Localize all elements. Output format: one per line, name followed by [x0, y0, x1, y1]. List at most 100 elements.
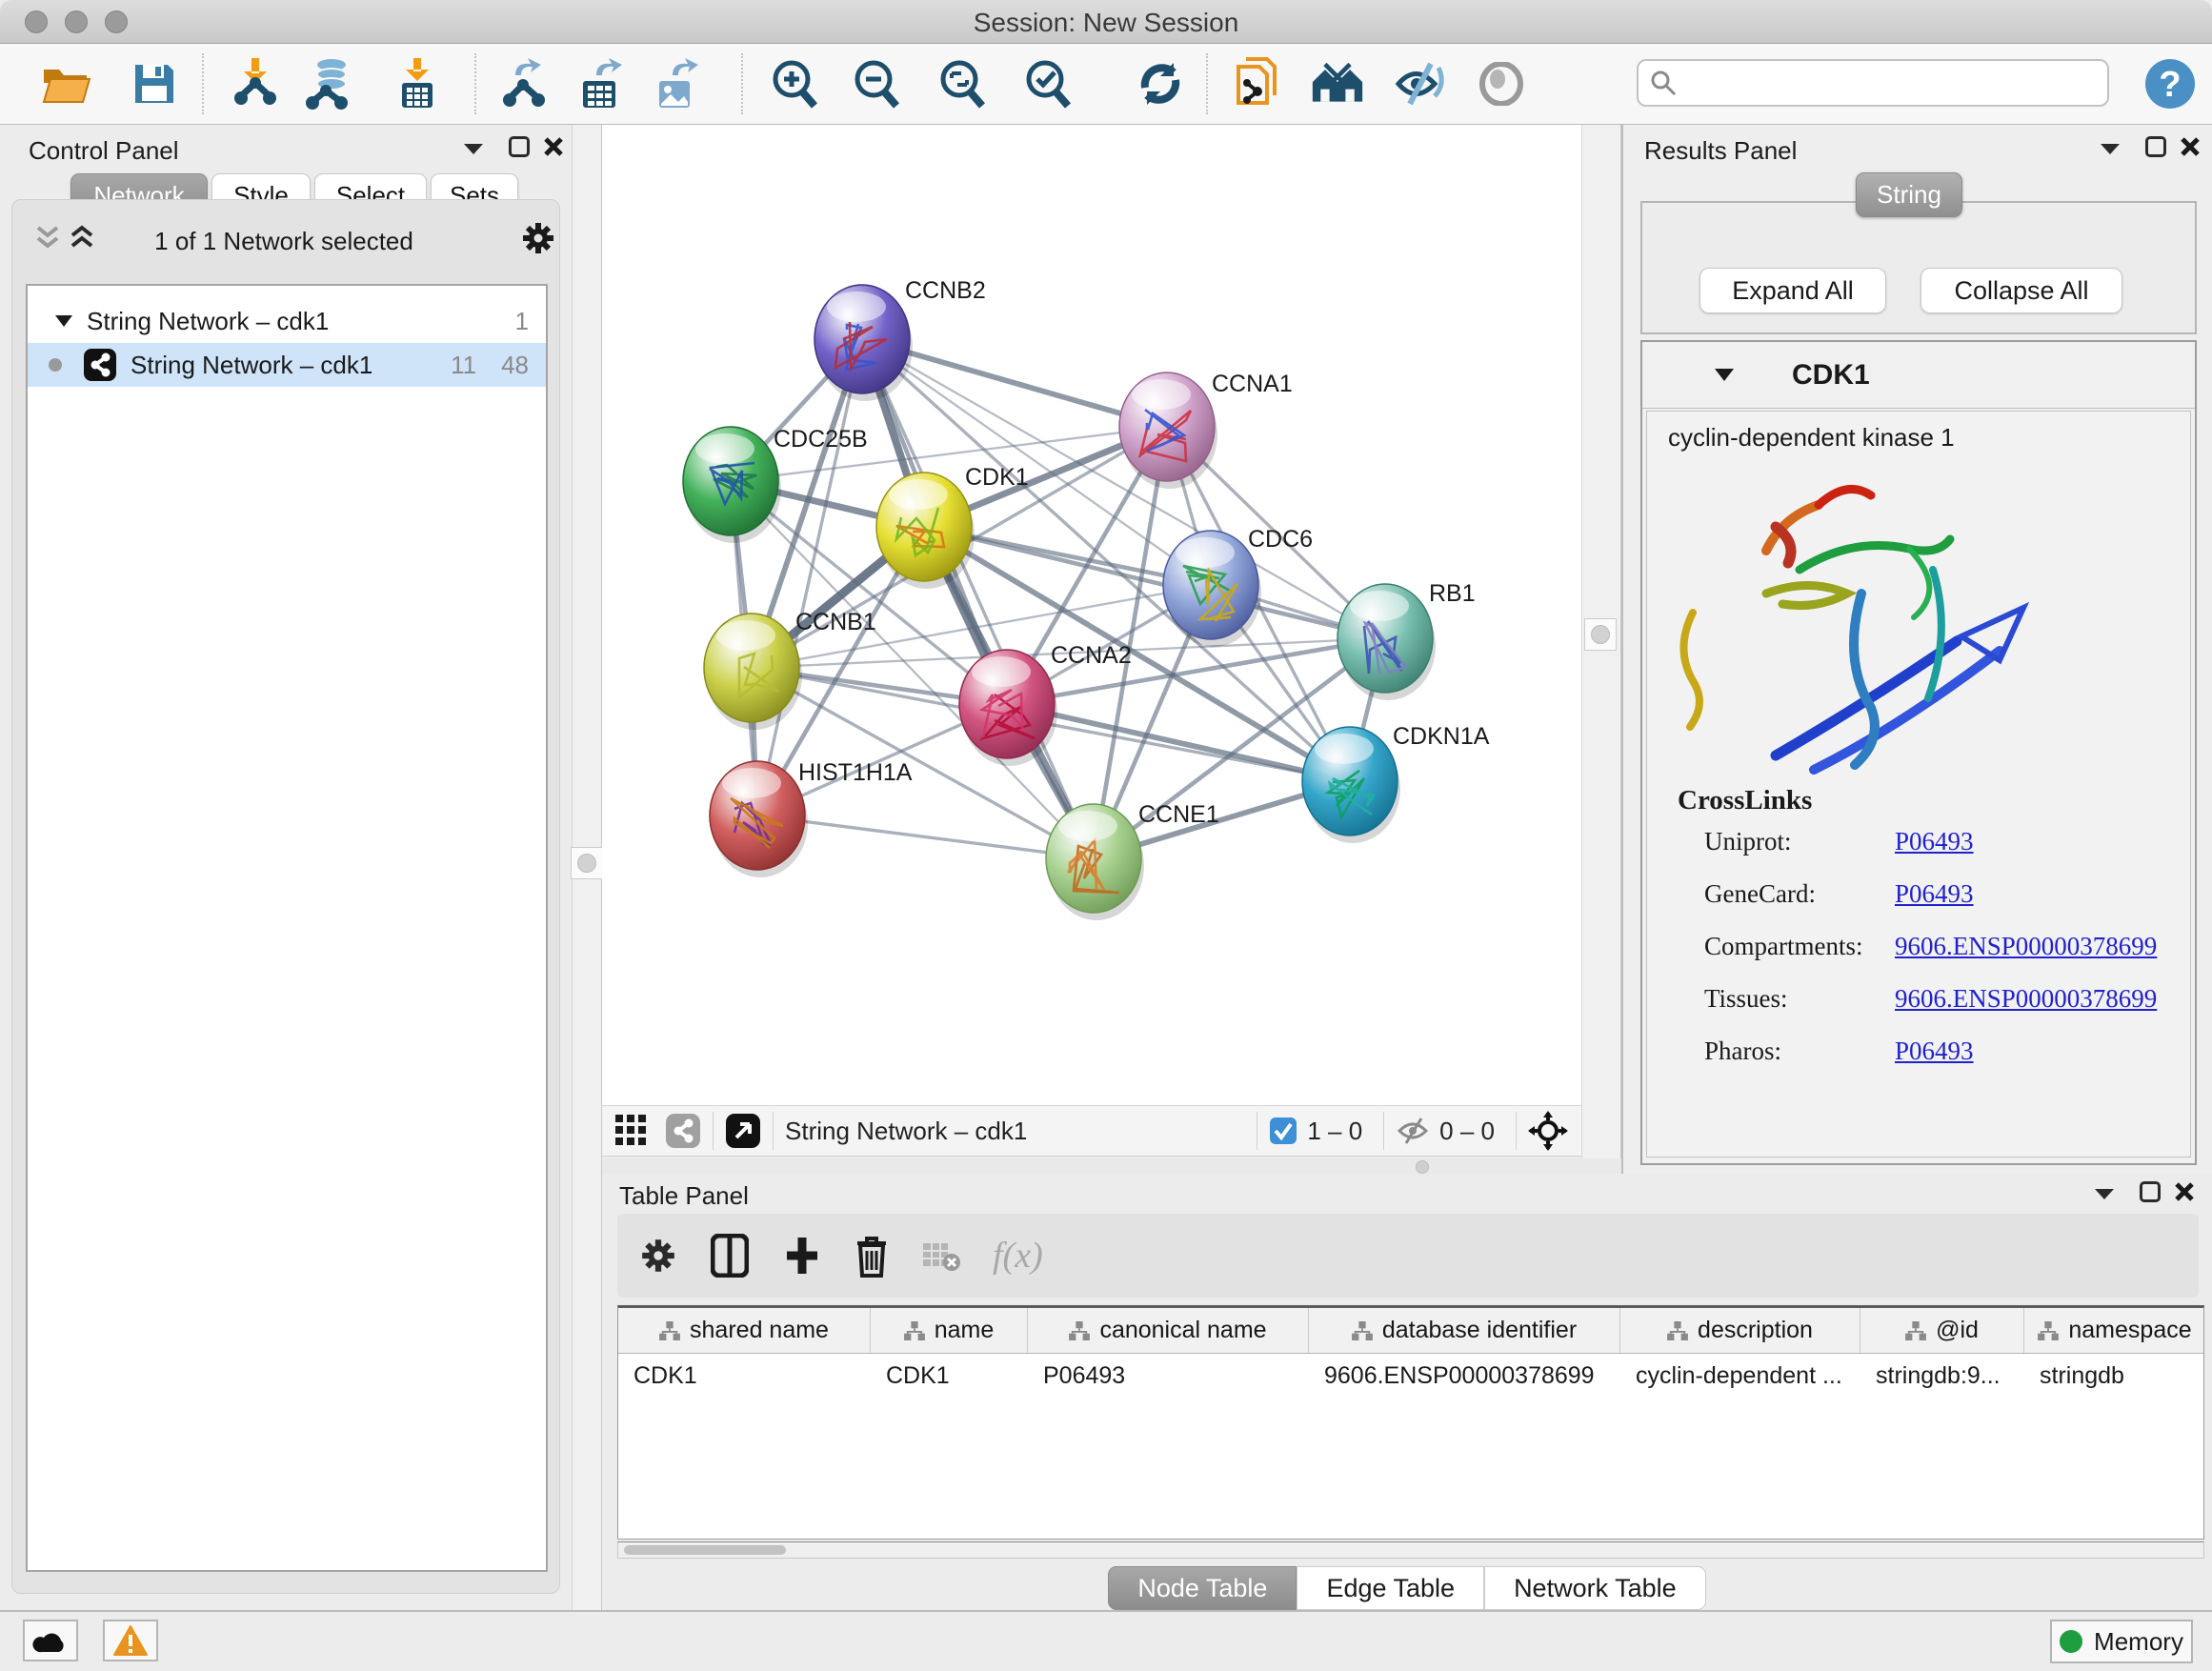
section-collapse-icon[interactable]	[1714, 368, 1735, 382]
right-divider-handle[interactable]	[1584, 618, 1617, 651]
table-cell[interactable]: stringdb	[2024, 1354, 2204, 1398]
export-network-button[interactable]	[499, 57, 553, 111]
column-header[interactable]: database identifier	[1309, 1308, 1620, 1353]
show-all-button[interactable]	[1475, 57, 1528, 111]
grid-view-button[interactable]	[615, 1115, 650, 1147]
expand-all-networks-icon[interactable]	[70, 225, 94, 252]
warnings-button[interactable]	[103, 1620, 158, 1661]
network-node-CDC6[interactable]	[1163, 531, 1261, 647]
collapse-all-networks-icon[interactable]	[35, 225, 60, 252]
network-tree-child-row[interactable]: String Network – cdk1 11 48	[28, 343, 546, 387]
zoom-out-button[interactable]	[850, 57, 903, 111]
splitter-dot[interactable]	[1416, 1160, 1429, 1174]
selected-checkbox[interactable]	[1269, 1117, 1297, 1145]
column-header[interactable]: shared name	[618, 1308, 871, 1353]
table-panel-menu-button[interactable]	[2094, 1187, 2115, 1200]
control-panel-float-button[interactable]	[509, 136, 530, 157]
table-hscrollbar[interactable]	[617, 1541, 2204, 1559]
column-header[interactable]: namespace	[2024, 1308, 2204, 1353]
table-cell[interactable]: stringdb:9...	[1860, 1354, 2024, 1398]
zoom-selected-button[interactable]	[1021, 57, 1075, 111]
toolbar-search[interactable]	[1637, 59, 2109, 107]
export-table-button[interactable]	[575, 57, 629, 111]
first-neighbors-button[interactable]	[1311, 57, 1364, 111]
table-panel-float-button[interactable]	[2140, 1181, 2161, 1202]
results-panel-close-button[interactable]	[2180, 136, 2201, 157]
network-view-share-button[interactable]	[665, 1113, 701, 1149]
tree-collapse-icon[interactable]	[54, 314, 73, 328]
network-node-CCNA1[interactable]	[1119, 372, 1217, 489]
network-node-CDKN1A[interactable]	[1302, 727, 1400, 843]
show-columns-button[interactable]	[711, 1234, 749, 1278]
right-panel-divider[interactable]	[1581, 125, 1621, 1174]
delete-table-button[interactable]	[922, 1239, 960, 1272]
table-row[interactable]: CDK1CDK1P064939606.ENSP00000378699cyclin…	[618, 1354, 2203, 1398]
results-tab-string[interactable]: String	[1856, 172, 1962, 217]
network-edge[interactable]	[1007, 704, 1350, 781]
network-node-CCNE1[interactable]	[1046, 804, 1144, 920]
crosslink-value-link[interactable]: P06493	[1895, 827, 1974, 856]
table-cell[interactable]: CDK1	[871, 1354, 1028, 1398]
apply-layout-button[interactable]	[1134, 57, 1187, 111]
crosslink-value-link[interactable]: P06493	[1895, 1037, 1974, 1065]
table-cell[interactable]: 9606.ENSP00000378699	[1309, 1354, 1620, 1398]
function-builder-button[interactable]: f(x)	[993, 1235, 1043, 1277]
network-canvas[interactable]: CCNB2CCNA1CDC25BCDK1CDC6RB1CCNB1CCNA2CDK…	[602, 125, 1581, 1105]
results-panel-menu-button[interactable]	[2100, 142, 2121, 155]
save-session-button[interactable]	[128, 57, 181, 111]
left-panel-divider[interactable]	[572, 125, 602, 1610]
expand-all-button[interactable]: Expand All	[1699, 268, 1886, 313]
tab-network-table[interactable]: Network Table	[1484, 1566, 1706, 1610]
column-header[interactable]: name	[871, 1308, 1028, 1353]
import-network-file-button[interactable]	[229, 57, 282, 111]
crosslink-value-link[interactable]: 9606.ENSP00000378699	[1895, 984, 2157, 1013]
detach-view-button[interactable]	[725, 1113, 761, 1149]
help-button[interactable]: ?	[2143, 57, 2197, 111]
collapse-all-button[interactable]: Collapse All	[1920, 268, 2122, 313]
column-header[interactable]: @id	[1860, 1308, 2024, 1353]
zoom-fit-button[interactable]	[935, 57, 989, 111]
results-panel-float-button[interactable]	[2145, 136, 2166, 157]
table-panel-close-button[interactable]	[2174, 1181, 2195, 1202]
control-panel-close-button[interactable]	[543, 136, 564, 157]
gene-section-header[interactable]: CDK1	[1642, 342, 2195, 409]
create-column-button[interactable]	[783, 1234, 821, 1278]
crosslink-value-link[interactable]: 9606.ENSP00000378699	[1895, 932, 2157, 960]
search-input[interactable]	[1677, 70, 2086, 96]
new-network-from-selection-button[interactable]	[1233, 57, 1286, 111]
open-session-button[interactable]	[40, 57, 93, 111]
export-image-button[interactable]	[652, 57, 705, 111]
left-divider-handle[interactable]	[571, 847, 603, 879]
network-node-CCNA2[interactable]	[959, 650, 1057, 766]
memory-button[interactable]: Memory	[2050, 1620, 2193, 1663]
column-header[interactable]: canonical name	[1028, 1308, 1309, 1353]
hide-selected-button[interactable]	[1393, 57, 1446, 111]
network-node-CCNB2[interactable]	[814, 285, 913, 401]
table-cell[interactable]: cyclin-dependent ...	[1620, 1354, 1860, 1398]
table-cell[interactable]: CDK1	[618, 1354, 871, 1398]
table-settings-gear-icon[interactable]	[638, 1236, 678, 1276]
network-node-CDC25B[interactable]	[683, 427, 781, 543]
control-panel-menu-button[interactable]	[463, 142, 484, 155]
network-edge[interactable]	[757, 339, 862, 815]
import-network-database-button[interactable]	[303, 57, 356, 111]
tab-edge-table[interactable]: Edge Table	[1297, 1566, 1484, 1610]
crosslink-value-link[interactable]: P06493	[1895, 879, 1974, 908]
column-header[interactable]: description	[1620, 1308, 1860, 1353]
network-edge[interactable]	[924, 527, 1385, 638]
network-options-gear-icon[interactable]	[519, 219, 557, 257]
network-node-CDK1[interactable]	[876, 473, 975, 589]
tab-node-table[interactable]: Node Table	[1108, 1566, 1297, 1610]
network-node-CCNB1[interactable]	[704, 614, 802, 730]
network-tree-root-row[interactable]: String Network – cdk1 1	[28, 299, 546, 343]
zoom-in-button[interactable]	[768, 57, 821, 111]
cloud-status-button[interactable]	[23, 1620, 78, 1661]
network-node-RB1[interactable]	[1337, 584, 1436, 700]
delete-column-button[interactable]	[854, 1234, 890, 1278]
hidden-eye-icon[interactable]	[1396, 1117, 1430, 1145]
hscrollbar-thumb[interactable]	[624, 1545, 786, 1555]
import-table-file-button[interactable]	[391, 57, 444, 111]
network-graph[interactable]: CCNB2CCNA1CDC25BCDK1CDC6RB1CCNB1CCNA2CDK…	[602, 125, 1581, 1105]
birds-eye-view-button[interactable]	[1528, 1111, 1568, 1151]
network-node-HIST1H1A[interactable]	[710, 761, 808, 877]
